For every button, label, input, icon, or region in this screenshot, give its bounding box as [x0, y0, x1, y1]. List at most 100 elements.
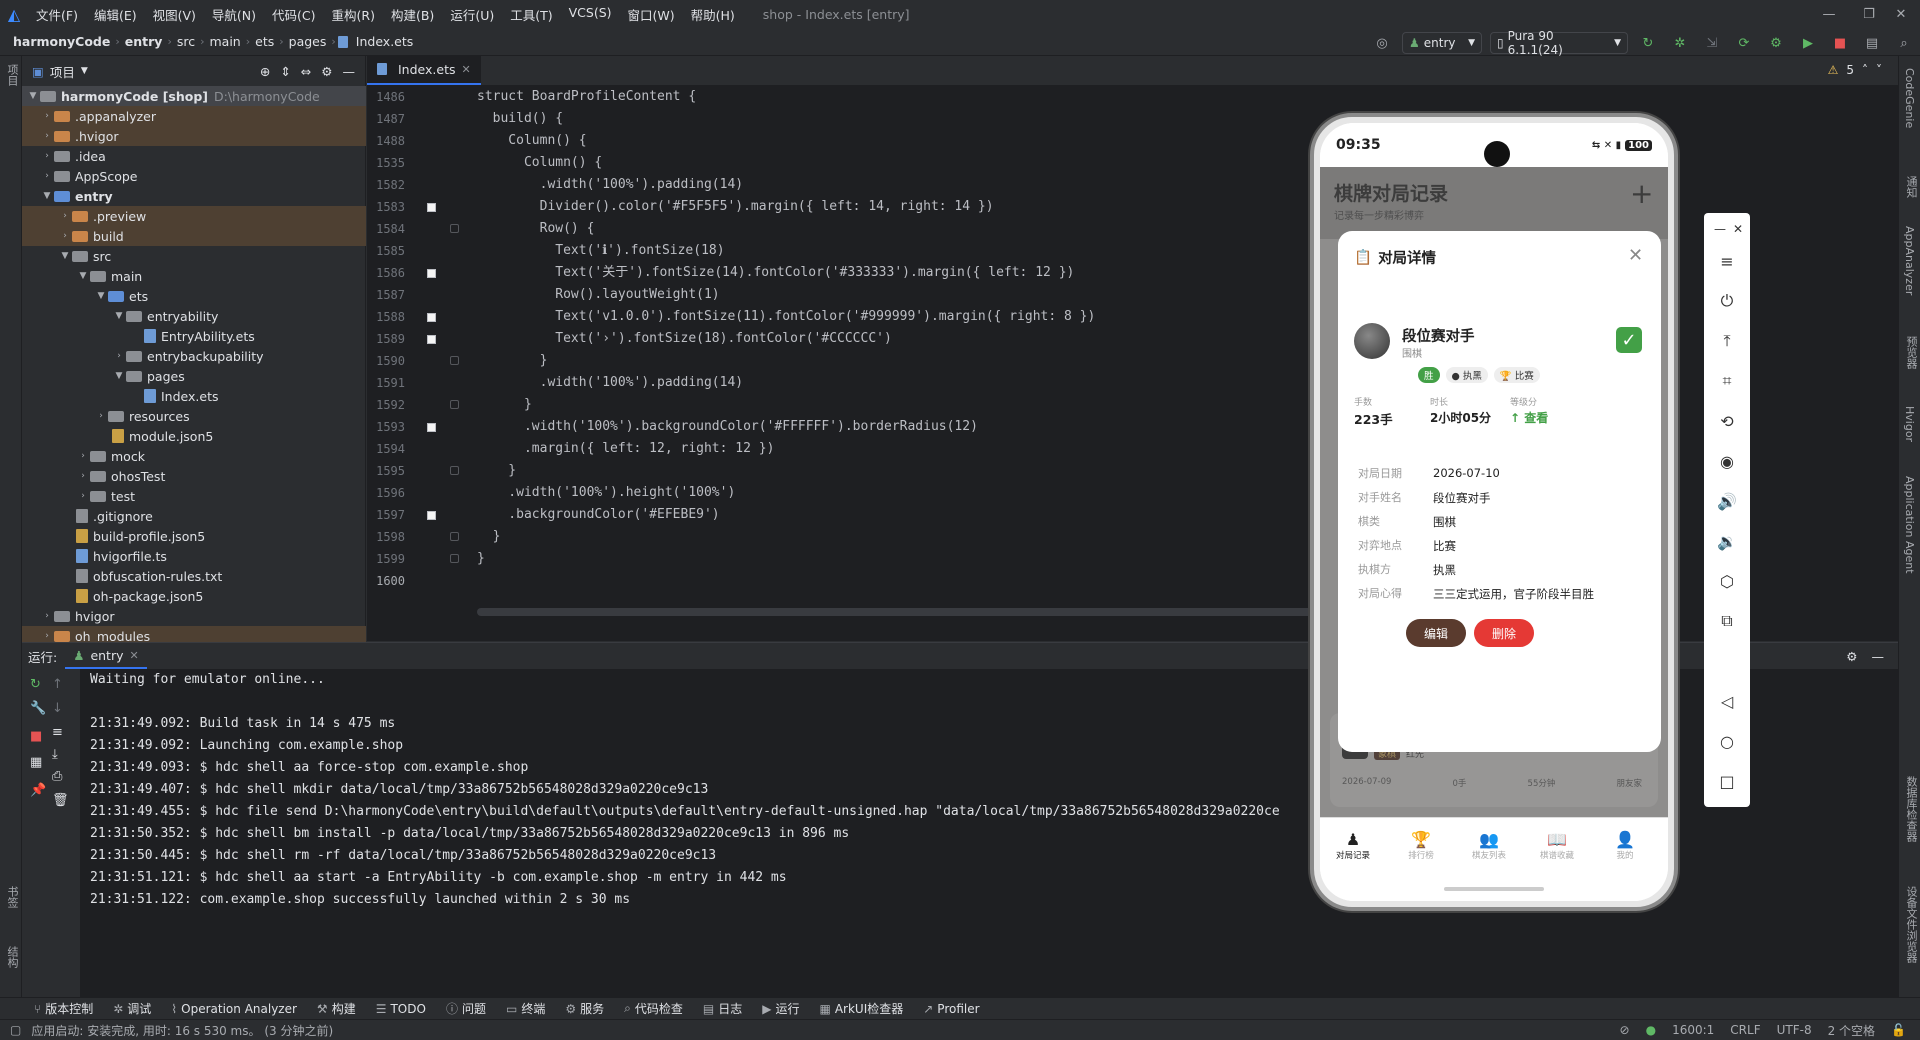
expand-all-icon[interactable]: ⇕: [280, 64, 290, 79]
device-manager-icon[interactable]: ▤: [1860, 31, 1884, 55]
bottom-tool-4[interactable]: ☰ TODO: [376, 1002, 426, 1016]
tree-item[interactable]: › ohosTest: [22, 466, 366, 486]
pin-icon[interactable]: 📌: [30, 783, 46, 798]
breadcrumb-item[interactable]: ets: [252, 34, 277, 49]
menu-item[interactable]: 工具(T): [502, 5, 560, 24]
bottom-tool-0[interactable]: ⑂ 版本控制: [34, 1000, 93, 1017]
bottom-tool-6[interactable]: ▭ 终端: [506, 1000, 545, 1017]
tree-item[interactable]: EntryAbility.ets: [22, 326, 366, 346]
fold-marker-icon[interactable]: [450, 224, 459, 233]
rerun-icon[interactable]: ↻: [30, 677, 41, 692]
menu-item[interactable]: 帮助(H): [683, 5, 743, 24]
stripe-previewer[interactable]: 预览器: [1903, 336, 1919, 369]
phone-tab-3[interactable]: 📖 棋谱收藏: [1528, 830, 1586, 861]
menu-icon[interactable]: ≡: [1715, 249, 1739, 273]
tree-item[interactable]: oh-package.json5: [22, 586, 366, 606]
target-icon[interactable]: ◎: [1370, 31, 1394, 55]
stripe-codegenie[interactable]: CodeGenie: [1903, 68, 1916, 128]
layout-icon[interactable]: ▢: [0, 1023, 31, 1037]
tree-item[interactable]: ▼ ets: [22, 286, 366, 306]
stop-icon[interactable]: ■: [1828, 31, 1852, 55]
tree-item[interactable]: › .hvigor: [22, 126, 366, 146]
phone-tab-2[interactable]: 👥 棋友列表: [1460, 830, 1518, 861]
locate-icon[interactable]: ⊕: [260, 64, 270, 79]
code-line[interactable]: struct BoardProfileContent {: [477, 86, 1677, 108]
tree-item[interactable]: › build: [22, 226, 366, 246]
bottom-tool-1[interactable]: ✲ 调试: [113, 1000, 151, 1017]
stripe-database-inspector[interactable]: 数据库检查器: [1903, 776, 1919, 842]
color-swatch-icon[interactable]: [427, 423, 436, 432]
color-swatch-icon[interactable]: [427, 203, 436, 212]
breadcrumb-item[interactable]: harmonyCode: [10, 34, 113, 49]
tree-item[interactable]: ▼ entryability: [22, 306, 366, 326]
tree-item[interactable]: › AppScope: [22, 166, 366, 186]
breadcrumb-item[interactable]: main: [207, 34, 244, 49]
profile-icon[interactable]: ⚙: [1764, 31, 1788, 55]
tree-item[interactable]: › .preview: [22, 206, 366, 226]
fold-marker-icon[interactable]: [450, 466, 459, 475]
search-icon[interactable]: ⌕: [1892, 31, 1916, 55]
stripe-project[interactable]: 项目: [4, 64, 20, 86]
tree-item[interactable]: ▼ entry: [22, 186, 366, 206]
settings-icon[interactable]: ⚙: [1846, 649, 1857, 664]
stop-icon[interactable]: ■: [30, 729, 42, 744]
breadcrumb-item[interactable]: src: [174, 34, 198, 49]
line-separator[interactable]: CRLF: [1730, 1023, 1760, 1037]
menu-item[interactable]: 运行(U): [442, 5, 502, 24]
scroll-down-icon[interactable]: ↓: [52, 701, 63, 716]
delete-button[interactable]: 删除: [1474, 619, 1534, 647]
soft-wrap-icon[interactable]: ≡: [52, 725, 63, 740]
fold-marker-icon[interactable]: [450, 554, 459, 563]
file-encoding[interactable]: UTF-8: [1777, 1023, 1812, 1037]
phone-tab-4[interactable]: 👤 我的: [1596, 830, 1654, 861]
home-icon[interactable]: ○: [1715, 729, 1739, 753]
stat-value[interactable]: ↑ 查看: [1510, 409, 1548, 426]
volume-down-icon[interactable]: 🔉: [1715, 529, 1739, 553]
bottom-tool-11[interactable]: ▦ ArkUI检查器: [819, 1000, 903, 1017]
stripe-structure[interactable]: 结构: [4, 946, 20, 968]
hide-icon[interactable]: —: [343, 64, 356, 79]
color-swatch-icon[interactable]: [427, 269, 436, 278]
scroll-end-icon[interactable]: ⤓: [52, 747, 58, 762]
menu-item[interactable]: 窗口(W): [620, 5, 683, 24]
bottom-tool-12[interactable]: ↗ Profiler: [923, 1002, 979, 1016]
collapse-all-icon[interactable]: ⇔: [301, 64, 311, 79]
phone-tab-1[interactable]: 🏆 排行榜: [1392, 830, 1450, 861]
module-select[interactable]: ♟ entry ▼: [1402, 32, 1482, 54]
multi-device-icon[interactable]: ⧉: [1715, 609, 1739, 633]
recents-icon[interactable]: □: [1715, 769, 1739, 793]
close-tab-icon[interactable]: ✕: [130, 649, 139, 662]
bottom-tool-9[interactable]: ▤ 日志: [703, 1000, 742, 1017]
breadcrumb-item[interactable]: Index.ets: [353, 34, 417, 49]
wrench-icon[interactable]: 🔧: [30, 701, 46, 716]
breadcrumb-item[interactable]: entry: [122, 34, 166, 49]
tree-item[interactable]: Index.ets: [22, 386, 366, 406]
tree-item[interactable]: obfuscation-rules.txt: [22, 566, 366, 586]
run-tab[interactable]: ♟ entry ✕: [65, 643, 147, 669]
bottom-tool-7[interactable]: ⚙ 服务: [565, 1000, 604, 1017]
fold-marker-icon[interactable]: [450, 532, 459, 541]
project-panel-title[interactable]: 项目: [50, 62, 75, 81]
tab-index-ets[interactable]: Index.ets ✕: [367, 55, 481, 85]
indent-setting[interactable]: 2 个空格: [1828, 1022, 1875, 1039]
color-swatch-icon[interactable]: [427, 335, 436, 344]
screenshot-icon[interactable]: ◉: [1715, 449, 1739, 473]
run-with-coverage-icon[interactable]: ▶: [1796, 31, 1820, 55]
menu-item[interactable]: 编辑(E): [86, 5, 145, 24]
bottom-tool-2[interactable]: ⌇ Operation Analyzer: [171, 1002, 297, 1016]
fold-icon[interactable]: ⬡: [1715, 569, 1739, 593]
fold-marker-icon[interactable]: [450, 400, 459, 409]
cursor-position[interactable]: 1600:1: [1672, 1023, 1714, 1037]
print-icon[interactable]: ⎙: [52, 769, 62, 784]
close-icon[interactable]: ✕: [1726, 217, 1750, 241]
close-tab-icon[interactable]: ✕: [462, 63, 471, 76]
device-select[interactable]: ▯ Pura 90 6.1.1(24) ▼: [1490, 29, 1628, 57]
color-swatch-icon[interactable]: [427, 511, 436, 520]
tree-item[interactable]: .gitignore: [22, 506, 366, 526]
stripe-bookmarks[interactable]: 书签: [4, 886, 20, 908]
rotate-icon[interactable]: ⟲: [1715, 409, 1739, 433]
settings-icon[interactable]: ⚙: [321, 64, 332, 79]
hide-icon[interactable]: —: [1872, 649, 1885, 664]
stripe-application-agent[interactable]: Application Agent: [1903, 476, 1916, 574]
breadcrumb-item[interactable]: pages: [286, 34, 330, 49]
